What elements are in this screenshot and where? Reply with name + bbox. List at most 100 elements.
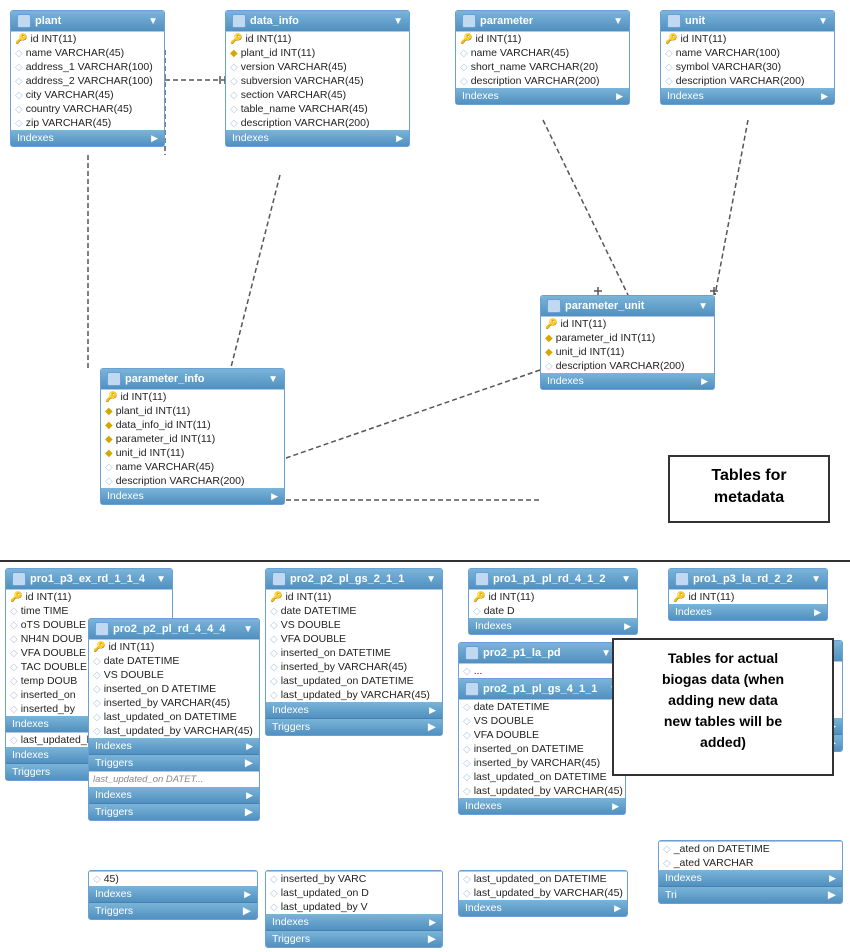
- diamond-icon: ◇: [10, 662, 18, 673]
- indexes-pro2-p2-pl-gs[interactable]: Indexes ▶: [266, 702, 442, 718]
- table-header-pro1-p3-la-rd[interactable]: pro1_p3_la_rd_2_2 ▼: [669, 569, 827, 589]
- indexes2-arrow-pro2-p2-pl-rd: ▶: [246, 790, 253, 801]
- diamond-icon: ◇: [460, 62, 468, 73]
- diamond-icon: ◇: [93, 684, 101, 695]
- diamond-icon: ◇: [10, 606, 18, 617]
- indexes-right-partial-bottom[interactable]: Indexes ▶: [659, 870, 842, 886]
- indexes-data-info[interactable]: Indexes ▶: [226, 130, 409, 146]
- indexes-parameter-info[interactable]: Indexes ▶: [101, 488, 284, 504]
- indexes-parameter[interactable]: Indexes ▶: [456, 88, 629, 104]
- chevron-plant[interactable]: ▼: [148, 16, 158, 27]
- indexes-arrow-data-info: ▶: [396, 133, 403, 144]
- indexes-bottom-partial[interactable]: Indexes ▶: [89, 886, 257, 902]
- indexes-parameter-unit[interactable]: Indexes ▶: [541, 373, 714, 389]
- triggers-pro2-p2-pl-gs[interactable]: Triggers ▶: [266, 718, 442, 735]
- field-pro2p2-footer: last_updated_on DATET...: [89, 771, 259, 787]
- table-header-pro1-p1-pl-rd[interactable]: pro1_p1_pl_rd_4_1_2 ▼: [469, 569, 637, 589]
- triggers-label-pro2-p2-gs-partial: Triggers: [272, 933, 310, 945]
- triggers-bottom-partial[interactable]: Triggers ▶: [89, 902, 257, 919]
- chevron-parameter[interactable]: ▼: [613, 16, 623, 27]
- field-pro2p2gs-id: 🔑 id INT(11): [266, 590, 442, 604]
- field-pro2p2gsp-by-varc: ◇ inserted_by VARC: [266, 872, 442, 886]
- diamond-icon: ◇: [665, 48, 673, 59]
- field-param-desc: ◇ description VARCHAR(200): [456, 74, 629, 88]
- table-header-pro1-p3-ex[interactable]: pro1_p3_ex_rd_1_1_4 ▼: [6, 569, 172, 589]
- indexes-pro1-p3-la-rd[interactable]: Indexes ▶: [669, 604, 827, 620]
- diamond-icon: ◇: [270, 606, 278, 617]
- indexes-arrow-unit: ▶: [821, 91, 828, 102]
- diamond-icon: ◇: [270, 648, 278, 659]
- table-header-data-info[interactable]: data_info ▼: [226, 11, 409, 31]
- field-pro1p3-time: ◇ time TIME: [6, 604, 172, 618]
- chevron-parameter-unit[interactable]: ▼: [698, 301, 708, 312]
- indexes-label-parameter: Indexes: [462, 90, 499, 102]
- field-param-shortname: ◇ short_name VARCHAR(20): [456, 60, 629, 74]
- diamond-icon: ◇: [230, 62, 238, 73]
- annotation-metadata: Tables formetadata: [668, 455, 830, 523]
- chevron-pro2-p1-la-pd[interactable]: ▼: [601, 648, 611, 659]
- table-header-pro2-p1-la-pd[interactable]: pro2_p1_la_pd ▼: [459, 643, 617, 663]
- indexes-pro2-p2-pl-rd[interactable]: Indexes ▶: [89, 738, 259, 754]
- indexes-arrow-parameter-info: ▶: [271, 491, 278, 502]
- triggers-arrow-right-partial-bottom: ▶: [828, 889, 836, 901]
- indexes-pro2-p1-pl-gs[interactable]: Indexes ▶: [459, 798, 625, 814]
- diamond-icon: ◇: [270, 676, 278, 687]
- diamond-icon: ◇: [10, 735, 18, 746]
- table-header-parameter-info[interactable]: parameter_info ▼: [101, 369, 284, 389]
- table-name-parameter: parameter: [480, 15, 533, 27]
- field-plant-name: ◇ name VARCHAR(45): [11, 46, 164, 60]
- diamond-icon: ◇: [10, 620, 18, 631]
- indexes-plant[interactable]: Indexes ▶: [11, 130, 164, 146]
- diamond-icon: ◇: [15, 104, 23, 115]
- triggers2-pro2-p2-pl-rd[interactable]: Triggers ▶: [89, 803, 259, 820]
- diamond-icon: ◇: [663, 858, 671, 869]
- chevron-pro1-p1-pl-rd[interactable]: ▼: [621, 574, 631, 585]
- table-header-unit[interactable]: unit ▼: [661, 11, 834, 31]
- table-header-pro2-p2-pl-rd[interactable]: pro2_p2_pl_rd_4_4_4 ▼: [89, 619, 259, 639]
- triggers-pro2-p2-gs-partial[interactable]: Triggers ▶: [266, 930, 442, 947]
- table-icon-pro2-p1-la-pd: [465, 646, 479, 660]
- indexes-unit[interactable]: Indexes ▶: [661, 88, 834, 104]
- field-pro2p1gs-lastupdOn: ◇ last_updated_on DATETIME: [459, 770, 625, 784]
- triggers-arrow-bottom-partial: ▶: [243, 905, 251, 917]
- field-pro2p2-date: ◇ date DATETIME: [89, 654, 259, 668]
- table-header-plant[interactable]: plant ▼: [11, 11, 164, 31]
- table-icon-data-info: [232, 14, 246, 28]
- indexes-pro1-p1-pl-rd[interactable]: Indexes ▶: [469, 618, 637, 634]
- field-pro2p2-ins-on: ◇ inserted_on D ATETIME: [89, 682, 259, 696]
- chevron-parameter-info[interactable]: ▼: [268, 374, 278, 385]
- table-header-parameter[interactable]: parameter ▼: [456, 11, 629, 31]
- indexes-label-data-info: Indexes: [232, 132, 269, 144]
- field-pro1p3-id: 🔑 id INT(11): [6, 590, 172, 604]
- field-datainfo-desc: ◇ description VARCHAR(200): [226, 116, 409, 130]
- indexes2-pro2-p2-pl-rd[interactable]: Indexes ▶: [89, 787, 259, 803]
- field-plant-zip: ◇ zip VARCHAR(45): [11, 116, 164, 130]
- table-header-parameter-unit[interactable]: parameter_unit ▼: [541, 296, 714, 316]
- field-pro2p2-lastupdOn: ◇ last_updated_on DATETIME: [89, 710, 259, 724]
- chevron-pro1-p3-ex[interactable]: ▼: [156, 574, 166, 585]
- diamond-icon: ◇: [270, 902, 278, 913]
- table-name-pro2-p1-pl-gs: pro2_p1_pl_gs_4_1_1: [483, 683, 597, 695]
- key-icon: 🔑: [10, 592, 22, 603]
- table-header-pro2-p2-pl-gs[interactable]: pro2_p2_pl_gs_2_1_1 ▼: [266, 569, 442, 589]
- diamond-icon: ◇: [230, 76, 238, 87]
- triggers-arrow-pro2-p2-gs-partial: ▶: [428, 933, 436, 945]
- chevron-pro1-p3-la-rd[interactable]: ▼: [811, 574, 821, 585]
- chevron-pro2-p2-pl-rd[interactable]: ▼: [243, 624, 253, 635]
- triggers-pro2-p2-pl-rd[interactable]: Triggers ▶: [89, 754, 259, 771]
- indexes-pro2-p2-gs-partial[interactable]: Indexes ▶: [266, 914, 442, 930]
- table-pro1-p1-pl-rd: pro1_p1_pl_rd_4_1_2 ▼ 🔑 id INT(11) ◇ dat…: [468, 568, 638, 635]
- chevron-unit[interactable]: ▼: [818, 16, 828, 27]
- indexes-pro1-p1-partial[interactable]: Indexes ▶: [459, 900, 627, 916]
- table-icon-pro2-p2-pl-rd: [95, 622, 109, 636]
- table-icon-unit: [667, 14, 681, 28]
- field-pro2p2gsp-updv: ◇ last_updated_by V: [266, 900, 442, 914]
- table-pro2-p1-pl-gs: pro2_p1_pl_gs_4_1_1 ▼ ◇ date DATETIME ◇ …: [458, 678, 626, 815]
- chevron-pro2-p2-pl-gs[interactable]: ▼: [426, 574, 436, 585]
- indexes-label-parameter-unit: Indexes: [547, 375, 584, 387]
- field-rpartial-ated: ◇ _ated on DATETIME: [659, 842, 842, 856]
- triggers-right-partial-bottom[interactable]: Tri ▶: [659, 886, 842, 903]
- table-header-pro2-p1-pl-gs[interactable]: pro2_p1_pl_gs_4_1_1 ▼: [459, 679, 625, 699]
- chevron-data-info[interactable]: ▼: [393, 16, 403, 27]
- diamond-icon: ◇: [665, 62, 673, 73]
